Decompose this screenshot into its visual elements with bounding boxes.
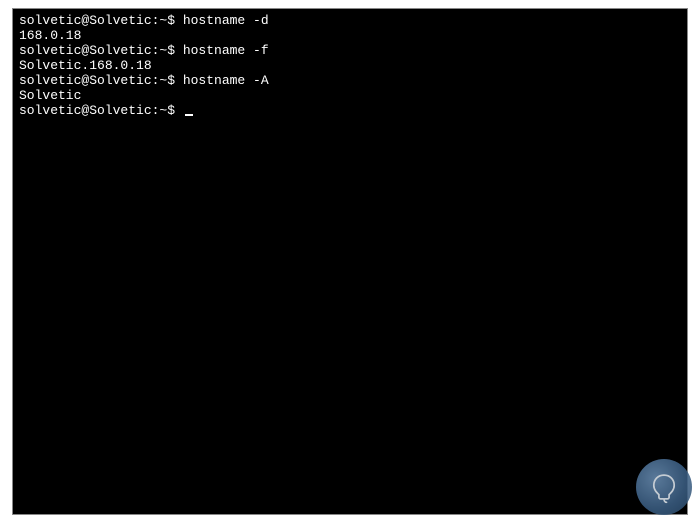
shell-prompt: solvetic@Solvetic:~$	[19, 43, 183, 58]
shell-command: hostname -A	[183, 73, 269, 88]
shell-prompt: solvetic@Solvetic:~$	[19, 103, 183, 118]
terminal-output: Solvetic.168.0.18	[19, 58, 681, 73]
terminal-line: solvetic@Solvetic:~$ hostname -f	[19, 43, 681, 58]
terminal-line: solvetic@Solvetic:~$ hostname -d	[19, 13, 681, 28]
cursor-icon	[185, 114, 193, 116]
watermark-logo	[636, 459, 692, 515]
terminal-line: solvetic@Solvetic:~$	[19, 103, 681, 118]
bulb-icon	[647, 470, 681, 504]
shell-command: hostname -d	[183, 13, 269, 28]
terminal-line: solvetic@Solvetic:~$ hostname -A	[19, 73, 681, 88]
shell-prompt: solvetic@Solvetic:~$	[19, 13, 183, 28]
shell-prompt: solvetic@Solvetic:~$	[19, 73, 183, 88]
terminal-window[interactable]: solvetic@Solvetic:~$ hostname -d 168.0.1…	[12, 8, 688, 515]
shell-command: hostname -f	[183, 43, 269, 58]
terminal-output: Solvetic	[19, 88, 681, 103]
terminal-output: 168.0.18	[19, 28, 681, 43]
